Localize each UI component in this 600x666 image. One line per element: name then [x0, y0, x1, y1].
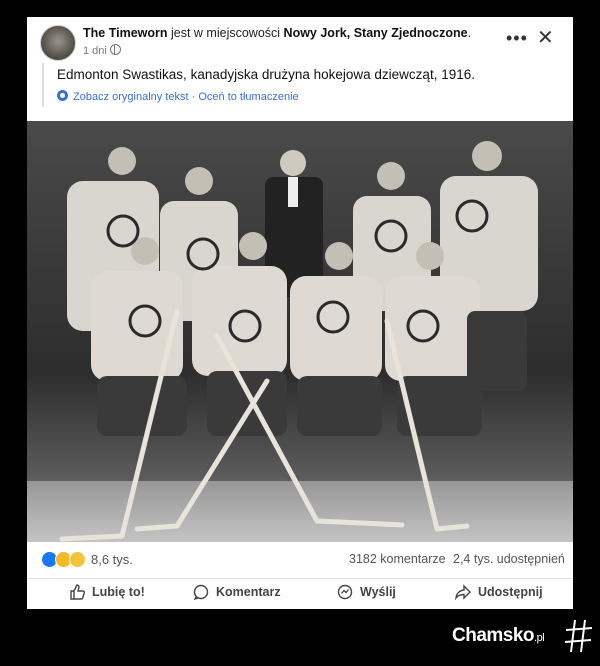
post-header-line: The Timeworn jest w miejscowości Nowy Jo… — [83, 26, 471, 40]
share-label: Udostępnij — [478, 585, 543, 599]
header-period: . — [467, 26, 472, 40]
like-button[interactable]: Lubię to! — [69, 584, 145, 600]
globe-icon — [109, 44, 121, 55]
close-icon[interactable]: ✕ — [537, 28, 554, 48]
translation-bar: Zobacz oryginalny tekst · Oceń to tłumac… — [57, 90, 299, 103]
share-icon — [455, 584, 471, 600]
post-actions: Lubię to! Komentarz Wyślij Udostępnij — [27, 579, 573, 609]
see-original-link[interactable]: Zobacz oryginalny tekst — [73, 91, 189, 103]
post-photo[interactable] — [27, 121, 573, 542]
wow-reaction-icon — [69, 551, 86, 569]
watermark-name: Chamsko — [452, 625, 535, 646]
facebook-post-card: The Timeworn jest w miejscowości Nowy Jo… — [27, 17, 573, 609]
like-icon — [70, 584, 85, 600]
like-label: Lubię to! — [92, 585, 145, 599]
comment-label: Komentarz — [216, 585, 281, 599]
reaction-count[interactable]: 8,6 tys. — [91, 552, 133, 567]
translate-gear-icon — [57, 90, 68, 101]
quote-bar — [42, 63, 44, 107]
post-text: Edmonton Swastikas, kanadyjska drużyna h… — [57, 67, 475, 82]
post-time[interactable]: 1 dni — [83, 45, 107, 57]
share-button[interactable]: Udostępnij — [455, 584, 543, 600]
share-count[interactable]: 2,4 tys. udostępnień — [453, 552, 565, 566]
comment-button[interactable]: Komentarz — [193, 584, 281, 600]
comment-count[interactable]: 3182 komentarze — [349, 552, 446, 566]
watermark-tld: .pl — [534, 632, 545, 644]
more-icon[interactable]: ••• — [506, 29, 528, 47]
location-name[interactable]: Nowy Jork, Stany Zjednoczone — [284, 26, 468, 40]
rate-translation-link[interactable]: Oceń to tłumaczenie — [198, 91, 298, 103]
messenger-icon — [337, 584, 353, 600]
send-button[interactable]: Wyślij — [337, 584, 396, 600]
watermark-brand: Chamsko.pl — [452, 625, 545, 647]
post-meta: 1 dni — [83, 44, 121, 57]
send-label: Wyślij — [360, 585, 396, 599]
author-name[interactable]: The Timeworn — [83, 26, 168, 40]
reaction-icons[interactable] — [41, 551, 86, 569]
hashtag-icon — [564, 619, 593, 653]
avatar[interactable] — [40, 25, 76, 61]
post-header: The Timeworn jest w miejscowości Nowy Jo… — [27, 17, 573, 121]
location-connector: jest w miejscowości — [171, 26, 281, 40]
post-stats: 8,6 tys. 3182 komentarze 2,4 tys. udostę… — [27, 542, 573, 579]
comment-icon — [193, 584, 209, 600]
translation-separator: · — [191, 91, 196, 103]
photo-illustration — [27, 141, 573, 542]
